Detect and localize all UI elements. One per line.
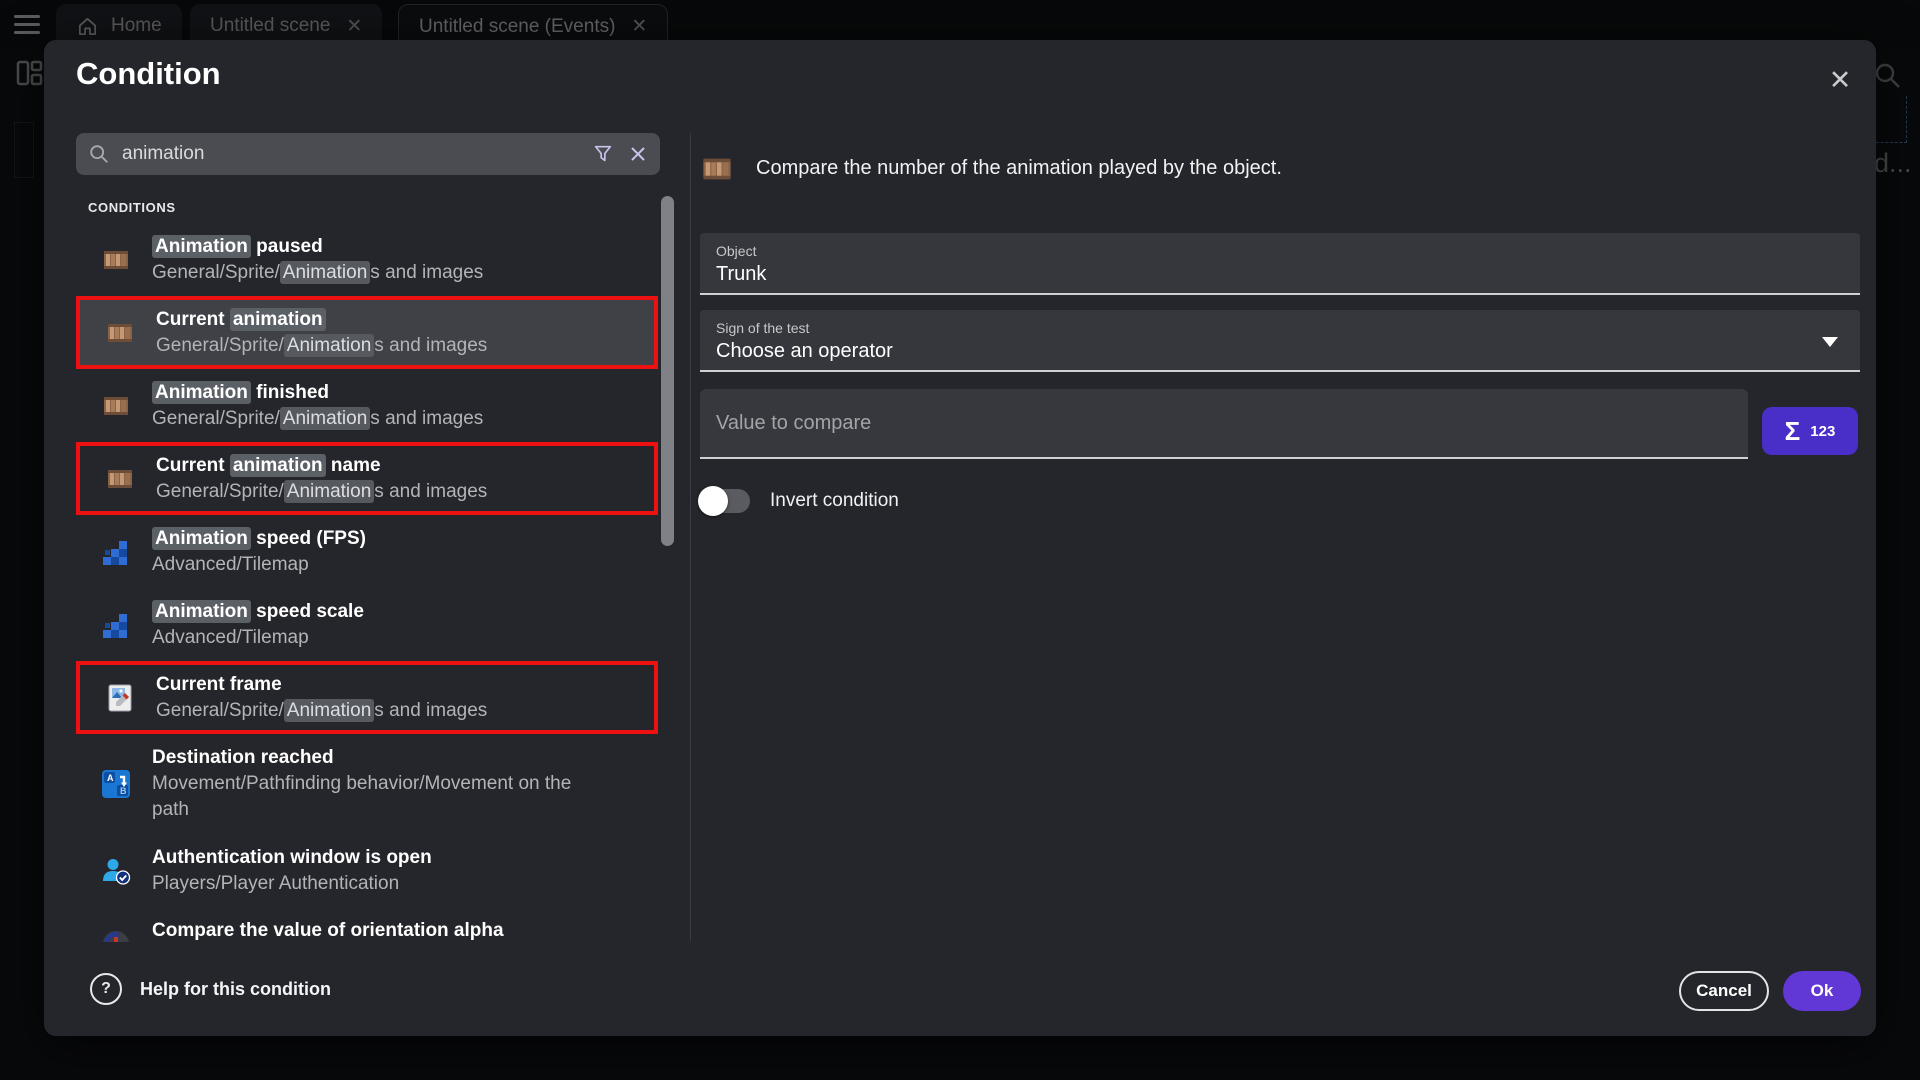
- list-item[interactable]: Compare the value of orientation alpha I…: [76, 907, 658, 942]
- conditions-list: CONDITIONS Animation paused General/Spri…: [76, 185, 658, 942]
- value-field: [700, 389, 1748, 459]
- help-icon: ?: [90, 973, 122, 1005]
- object-field-label: Object: [716, 243, 1844, 259]
- help-label: Help for this condition: [140, 979, 331, 1000]
- expression-editor-button[interactable]: Σ 123: [1762, 407, 1858, 455]
- object-field[interactable]: Object Trunk: [700, 233, 1860, 295]
- sigma-icon: Σ: [1785, 416, 1801, 447]
- condition-search-bar: [76, 133, 660, 175]
- search-input[interactable]: [120, 142, 592, 166]
- list-scrollbar[interactable]: [661, 196, 674, 546]
- list-item-selected[interactable]: Current animation General/Sprite/Animati…: [76, 296, 658, 369]
- svg-text:A: A: [107, 773, 114, 783]
- orientation-icon: [100, 928, 132, 943]
- sprite-animation-icon: [100, 390, 132, 422]
- filter-icon[interactable]: [592, 143, 614, 165]
- value-input[interactable]: [700, 389, 1748, 457]
- condition-dialog: Condition ✕ CONDITIONS: [44, 40, 1876, 1036]
- operator-select-value: Choose an operator: [716, 340, 1844, 363]
- sprite-animation-icon: [104, 317, 136, 349]
- invert-condition-toggle[interactable]: [702, 489, 750, 513]
- object-field-value: Trunk: [716, 263, 1844, 286]
- search-icon: [88, 143, 110, 165]
- sprite-animation-icon: [104, 463, 136, 495]
- operator-select[interactable]: Sign of the test Choose an operator: [700, 310, 1860, 372]
- app-window: Home Untitled scene ✕ Untitled scene (Ev…: [0, 0, 1920, 1080]
- panel-divider: [690, 133, 691, 941]
- dialog-title: Condition: [76, 56, 221, 92]
- list-item[interactable]: Animation speed (FPS) Advanced/Tilemap: [76, 515, 658, 588]
- list-item[interactable]: Current frame General/Sprite/Animations …: [76, 661, 658, 734]
- condition-description: Compare the number of the animation play…: [756, 157, 1282, 180]
- close-dialog-icon[interactable]: ✕: [1822, 62, 1858, 98]
- list-item[interactable]: Animation paused General/Sprite/Animatio…: [76, 223, 658, 296]
- list-item[interactable]: Authentication window is open Players/Pl…: [76, 834, 658, 907]
- clear-search-icon[interactable]: [628, 144, 648, 164]
- help-link[interactable]: ? Help for this condition: [90, 973, 331, 1005]
- tilemap-icon: [100, 609, 132, 641]
- sprite-animation-icon: [700, 152, 734, 191]
- tilemap-icon: [100, 536, 132, 568]
- operator-select-label: Sign of the test: [716, 320, 1844, 336]
- chevron-down-icon[interactable]: [1822, 337, 1838, 347]
- list-item[interactable]: AB Destination reached Movement/Pathfind…: [76, 734, 658, 834]
- toggle-knob: [698, 486, 728, 516]
- list-item[interactable]: Animation speed scale Advanced/Tilemap: [76, 588, 658, 661]
- sprite-animation-icon: [100, 244, 132, 276]
- player-auth-icon: [100, 855, 132, 887]
- frame-icon: [104, 682, 136, 714]
- ok-button[interactable]: Ok: [1783, 971, 1861, 1011]
- list-item[interactable]: Current animation name General/Sprite/An…: [76, 442, 658, 515]
- cancel-button[interactable]: Cancel: [1679, 971, 1769, 1011]
- list-item[interactable]: Animation finished General/Sprite/Animat…: [76, 369, 658, 442]
- list-section-header: CONDITIONS: [88, 200, 658, 215]
- numeric-badge: 123: [1810, 423, 1835, 440]
- invert-condition-label: Invert condition: [770, 490, 899, 512]
- pathfinding-icon: AB: [100, 768, 132, 800]
- svg-text:B: B: [120, 786, 127, 796]
